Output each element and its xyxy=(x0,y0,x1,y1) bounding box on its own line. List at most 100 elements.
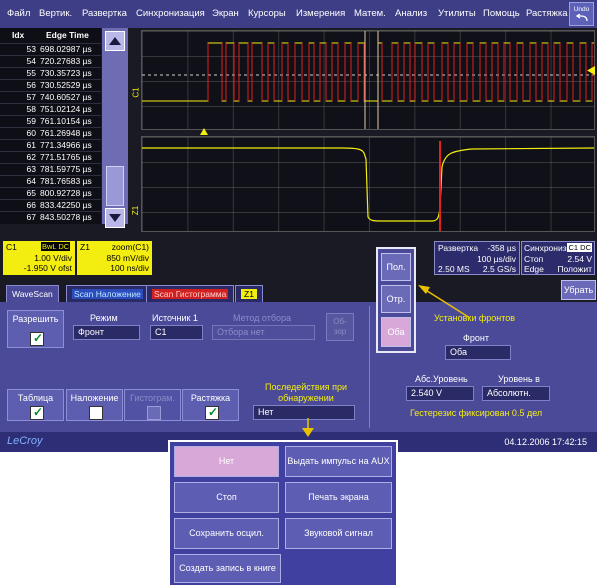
tab-z1[interactable]: Z1 xyxy=(235,285,263,303)
slope-button-panel: Пол. Отр. Оба xyxy=(376,247,416,353)
table-checkbox[interactable]: ✓ xyxy=(30,405,44,420)
table-row[interactable]: 66 833.42250 µs xyxy=(0,199,101,211)
close-button[interactable]: Убрать xyxy=(561,280,596,300)
scroll-thumb[interactable] xyxy=(106,166,124,206)
trigger-slope: Положит xyxy=(557,264,592,274)
table-row[interactable]: 62 771.51765 µs xyxy=(0,151,101,163)
row-edge-time: 698.02987 µs xyxy=(40,44,92,54)
table-row[interactable]: 53 698.02987 µs xyxy=(0,43,101,55)
table-row[interactable]: 54 720.27683 µs xyxy=(0,55,101,67)
row-idx: 55 xyxy=(26,68,36,78)
table-scrollbar[interactable] xyxy=(102,28,128,228)
menu-analysis[interactable]: Анализ xyxy=(395,8,427,19)
zoom-checkbox[interactable]: ✓ xyxy=(205,405,219,420)
table-row[interactable]: 61 771.34966 µs xyxy=(0,139,101,151)
menu-measure[interactable]: Измерения xyxy=(296,8,345,19)
table-row[interactable]: 64 781.76583 µs xyxy=(0,175,101,187)
action-save-button[interactable]: Сохранить осцил. xyxy=(174,518,279,549)
row-edge-time: 730.52529 µs xyxy=(40,80,92,90)
edge-field[interactable]: Оба xyxy=(445,345,511,360)
tab-scan-overlay-label: Scan Наложение xyxy=(72,289,143,299)
trigger-mode: Стоп xyxy=(524,254,544,264)
action-none-button[interactable]: Нет xyxy=(174,446,279,477)
tab-scan-overlay[interactable]: Scan Наложение xyxy=(66,285,149,303)
z1-desc-scale: 850 mV/div xyxy=(106,253,149,263)
trigger-position-marker xyxy=(200,128,208,135)
source-field[interactable]: C1 xyxy=(150,325,203,340)
table-row[interactable]: 59 761.10154 µs xyxy=(0,115,101,127)
histogram-label: Гистограм. xyxy=(130,393,175,403)
row-idx: 60 xyxy=(26,128,36,138)
menu-display[interactable]: Экран xyxy=(212,8,239,19)
trigger-level-marker xyxy=(587,66,595,75)
menu-utilities[interactable]: Утилиты xyxy=(438,8,476,19)
undo-button[interactable]: Undo xyxy=(569,2,594,26)
histogram-checkbox-group: Гистограм. xyxy=(124,389,181,421)
enable-checkbox-group[interactable]: Разрешить ✓ xyxy=(7,310,64,348)
timebase-descriptor[interactable]: Развертка -358 µs 100 µs/div 2.50 MS 2.5… xyxy=(434,241,520,275)
scroll-down-button[interactable] xyxy=(105,208,125,228)
histogram-checkbox xyxy=(147,406,161,420)
z1-waveform xyxy=(142,141,594,231)
zoom-checkbox-group[interactable]: Растяжка ✓ xyxy=(182,389,239,421)
method-field: Отбора нет xyxy=(212,325,315,340)
slope-both-button[interactable]: Оба xyxy=(381,317,411,347)
row-edge-time: 761.26948 µs xyxy=(40,128,92,138)
action-aux-button[interactable]: Выдать импульс на AUX xyxy=(285,446,392,477)
enable-checkbox[interactable]: ✓ xyxy=(30,331,44,346)
table-label: Таблица xyxy=(17,393,54,403)
overlay-checkbox-group[interactable]: Наложение xyxy=(66,389,123,421)
abs-level-label: Абс.Уровень xyxy=(415,374,468,384)
triangle-up-icon xyxy=(109,37,121,45)
c1-descriptor[interactable]: C1 BwL DC 1.00 V/div -1.950 V ofst xyxy=(3,241,75,275)
action-print-button[interactable]: Печать экрана xyxy=(285,482,392,513)
table-row[interactable]: 60 761.26948 µs xyxy=(0,127,101,139)
row-idx: 65 xyxy=(26,188,36,198)
action-label: Последействия при обнаружении xyxy=(264,382,348,403)
menu-file[interactable]: Файл xyxy=(7,8,30,19)
action-notebook-button[interactable]: Создать запись в книге xyxy=(174,554,281,583)
action-stop-button[interactable]: Стоп xyxy=(174,482,279,513)
tab-z1-label: Z1 xyxy=(241,289,257,299)
row-edge-time: 740.60527 µs xyxy=(40,92,92,102)
z1-descriptor[interactable]: Z1 zoom(C1) 850 mV/div 100 ns/div xyxy=(77,241,152,275)
menu-trigger[interactable]: Синхронизация xyxy=(136,8,205,19)
source-label: Источник 1 xyxy=(152,313,198,323)
lecroy-logo: LeCroy xyxy=(7,435,43,447)
menu-help[interactable]: Помощь xyxy=(483,8,520,19)
level-in-field[interactable]: Абсолютн. xyxy=(482,386,550,401)
mode-field[interactable]: Фронт xyxy=(73,325,140,340)
menu-math[interactable]: Матем. xyxy=(354,8,386,19)
z1-desc-name: Z1 xyxy=(80,242,90,252)
status-datetime: 04.12.2006 17:42:15 xyxy=(504,437,587,447)
table-row[interactable]: 65 800.92728 µs xyxy=(0,187,101,199)
c1-trace-label: C1 xyxy=(131,87,141,98)
table-checkbox-group[interactable]: Таблица ✓ xyxy=(7,389,64,421)
mode-label: Режим xyxy=(90,313,118,323)
slope-negative-button[interactable]: Отр. xyxy=(381,285,411,313)
menu-timebase[interactable]: Развертка xyxy=(82,8,127,19)
overlay-checkbox[interactable] xyxy=(89,406,103,420)
table-row[interactable]: 56 730.52529 µs xyxy=(0,79,101,91)
trigger-descriptor[interactable]: Синхрониз C1 DC Стоп 2.54 V Edge Положит xyxy=(521,241,595,275)
overlay-label: Наложение xyxy=(70,393,119,403)
abs-level-field[interactable]: 2.540 V xyxy=(406,386,474,401)
timebase-label: Развертка xyxy=(438,243,479,253)
menu-cursors[interactable]: Курсоры xyxy=(248,8,286,19)
table-row[interactable]: 67 843.50278 µs xyxy=(0,211,101,223)
tab-scan-histogram[interactable]: Scan Гистограмма xyxy=(146,285,235,303)
menu-vertical[interactable]: Вертик. xyxy=(39,8,72,19)
action-field[interactable]: Нет xyxy=(253,405,355,420)
col-time-header: Edge Time xyxy=(46,30,89,40)
scroll-up-button[interactable] xyxy=(105,31,125,51)
tab-scan-histogram-label: Scan Гистограмма xyxy=(152,289,229,299)
table-row[interactable]: 57 740.60527 µs xyxy=(0,91,101,103)
table-row[interactable]: 63 781.59775 µs xyxy=(0,163,101,175)
action-beep-button[interactable]: Звуковой сигнал xyxy=(285,518,392,549)
row-edge-time: 761.10154 µs xyxy=(40,116,92,126)
table-row[interactable]: 55 730.35723 µs xyxy=(0,67,101,79)
table-row[interactable]: 58 751.02124 µs xyxy=(0,103,101,115)
row-idx: 58 xyxy=(26,104,36,114)
slope-positive-button[interactable]: Пол. xyxy=(381,253,411,281)
menu-zoom[interactable]: Растяжка xyxy=(526,8,568,19)
